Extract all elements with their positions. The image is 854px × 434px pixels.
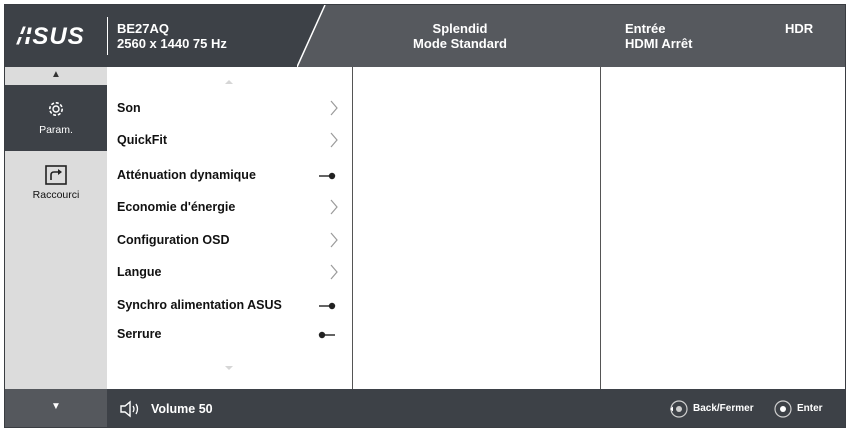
menu-item-label: Son [117,101,141,115]
splendid-mode: Mode Standard [413,36,507,51]
chevron-right-icon [330,199,338,215]
menu-item-quickfit[interactable]: QuickFit [107,125,353,157]
input-value: HDMI Arrêt [625,36,693,51]
chevron-right-icon [330,232,338,248]
menu-item-label: Serrure [117,327,162,341]
menu-item-label: Configuration OSD [117,233,230,247]
model-name: BE27AQ [117,21,170,36]
input-label: Entrée [625,21,666,36]
sidebar-up-arrow-icon[interactable]: ▲ [5,69,107,80]
header-separator [107,17,108,55]
osd-footer: ▼ Volume 50 Back/Fermer Enter [5,389,845,427]
menu-item-label: Synchro alimentation ASUS [117,298,282,312]
volume-status: Volume 50 [151,402,213,416]
menu-item-synchro[interactable]: Synchro alimentation ASUS [107,290,353,322]
menu-item-configuration-osd[interactable]: Configuration OSD [107,225,353,257]
submenu-panel [353,67,601,389]
menu-item-label: Langue [117,265,162,279]
settings-menu: Son QuickFit Atténuation dynamique Econo… [107,67,353,389]
sidebar-down-arrow-icon[interactable]: ▼ [5,401,107,412]
footer-left-band: ▼ [5,389,107,427]
shortcut-icon [45,165,67,185]
sidebar-item-param[interactable]: Param. [5,85,107,151]
toggle-on-icon[interactable] [317,172,337,180]
menu-item-economie[interactable]: Economie d'énergie [107,192,353,224]
speaker-icon [120,400,139,418]
scroll-up-indicator-icon [225,80,233,84]
toggle-off-icon[interactable] [317,331,337,339]
menu-item-label: QuickFit [117,133,168,147]
toggle-on-icon[interactable] [317,302,337,310]
chevron-right-icon [330,100,338,116]
menu-item-label: Economie d'énergie [117,200,236,214]
menu-item-serrure[interactable]: Serrure [107,319,353,351]
header-divider-slant [297,5,361,67]
back-close-hint: Back/Fermer [693,403,754,414]
osd-header: /ISUS BE27AQ 2560 x 1440 75 Hz Splendid … [5,5,845,67]
menu-item-langue[interactable]: Langue [107,257,353,289]
joystick-enter-icon [774,400,792,418]
chevron-right-icon [330,264,338,280]
sidebar-item-label: Raccourci [32,189,80,201]
asus-logo: /ISUS [16,23,84,50]
category-sidebar: ▲ Param. Raccourci [5,67,107,389]
joystick-back-icon [670,400,688,418]
enter-hint: Enter [797,403,823,414]
osd-window: /ISUS BE27AQ 2560 x 1440 75 Hz Splendid … [4,4,846,428]
value-panel [601,67,845,389]
menu-item-attenuation[interactable]: Atténuation dynamique [107,160,353,192]
hdr-label: HDR [785,21,814,36]
sidebar-item-label: Param. [39,124,73,136]
chevron-right-icon [330,132,338,148]
sidebar-item-raccourci[interactable]: Raccourci [5,159,107,219]
gear-icon [49,102,63,116]
resolution-info: 2560 x 1440 75 Hz [117,36,227,51]
splendid-label: Splendid [432,21,488,36]
menu-item-label: Atténuation dynamique [117,168,256,182]
menu-item-son[interactable]: Son [107,93,353,125]
scroll-down-indicator-icon [225,366,233,370]
